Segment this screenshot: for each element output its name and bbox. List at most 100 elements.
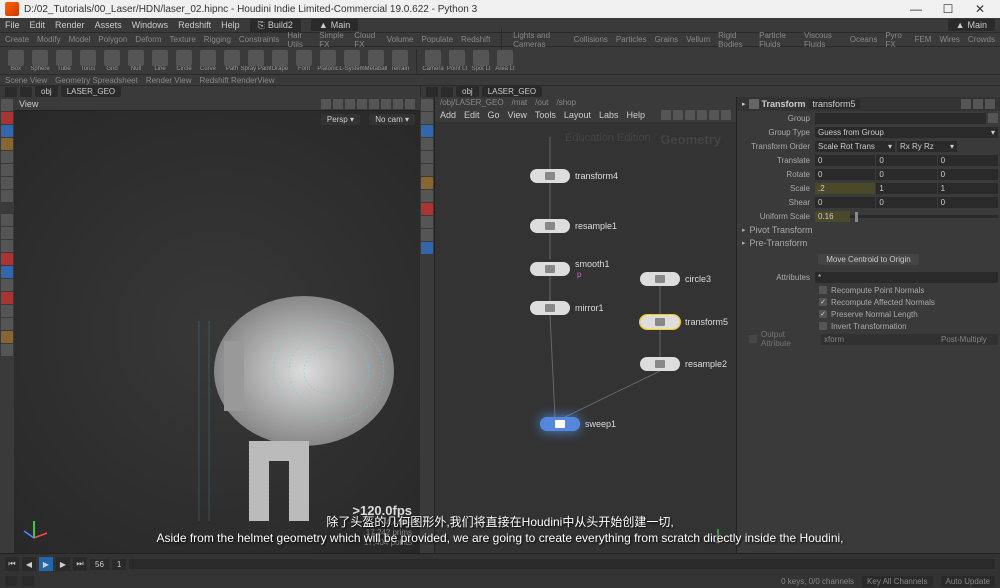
op-name[interactable]: transform5 <box>809 99 860 109</box>
disp-opt[interactable] <box>421 125 433 137</box>
chk-recompute-normals[interactable] <box>819 286 827 294</box>
tool-j[interactable] <box>1 240 13 252</box>
path-obj[interactable]: obj <box>35 86 58 97</box>
disp-opt[interactable] <box>421 229 433 241</box>
menu-redshift[interactable]: Redshift <box>178 20 211 30</box>
nav-back[interactable] <box>5 87 17 97</box>
sy-field[interactable]: 1 <box>876 183 936 194</box>
play-button[interactable]: ▶ <box>39 557 53 571</box>
tool-select[interactable] <box>1 99 13 111</box>
shelf-tab[interactable]: Polygon <box>98 35 127 44</box>
disp-opt[interactable] <box>421 151 433 163</box>
pivot-section[interactable]: ▸Pivot Transform <box>737 223 1000 236</box>
close-button[interactable]: ✕ <box>965 1 995 17</box>
tool-g[interactable] <box>1 190 13 202</box>
menu-render[interactable]: Render <box>55 20 85 30</box>
net-opt[interactable] <box>673 110 683 120</box>
ry-field[interactable]: 0 <box>876 169 936 180</box>
frame-field[interactable]: 56 <box>90 559 109 570</box>
net-opt[interactable] <box>721 110 731 120</box>
node-circle3[interactable]: circle3 <box>640 272 711 286</box>
net-menu-go[interactable]: Go <box>488 110 500 120</box>
chk-preserve-length[interactable]: ✓ <box>819 310 827 318</box>
view-opt[interactable] <box>393 99 403 109</box>
attrs-field[interactable]: * <box>815 272 998 283</box>
shelf-tab[interactable]: Viscous Fluids <box>804 31 842 49</box>
context-selector[interactable]: ▲ Main <box>311 19 358 31</box>
tool-m[interactable] <box>1 279 13 291</box>
shelf-tab[interactable]: Cloud FX <box>354 31 378 49</box>
node-sweep1[interactable]: sweep1 <box>540 417 616 431</box>
view-opt[interactable] <box>321 99 331 109</box>
shelf-tab[interactable]: Collisions <box>574 35 608 44</box>
shelf-tab[interactable]: Redshift <box>461 35 490 44</box>
disp-opt[interactable] <box>421 164 433 176</box>
shelf-tab[interactable]: Crowds <box>968 35 995 44</box>
nav-fwd[interactable] <box>441 87 453 97</box>
node-resample1[interactable]: resample1 <box>530 219 617 233</box>
menu-assets[interactable]: Assets <box>95 20 122 30</box>
tool-q[interactable] <box>1 331 13 343</box>
ty-field[interactable]: 0 <box>876 155 936 166</box>
disp-opt[interactable] <box>421 216 433 228</box>
shelf-tab[interactable]: Vellum <box>686 35 710 44</box>
path-geo[interactable]: LASER_GEO <box>61 86 121 97</box>
tool-platonic[interactable]: Platonic <box>317 50 339 72</box>
prev-frame-button[interactable]: ◀ <box>22 557 36 571</box>
gear-icon[interactable] <box>961 99 971 109</box>
path-obj[interactable]: obj <box>456 86 479 97</box>
rz-field[interactable]: 0 <box>938 169 998 180</box>
tool-drape[interactable]: Drape <box>269 50 291 72</box>
pane-tab[interactable]: Scene View <box>5 76 47 85</box>
tool-circle[interactable]: Circle <box>173 50 195 72</box>
sz-field[interactable]: 1 <box>938 183 998 194</box>
tool-grid[interactable]: Grid <box>101 50 123 72</box>
collapse-icon[interactable]: ▸ <box>742 100 746 108</box>
view-opt[interactable] <box>381 99 391 109</box>
shelf-tab[interactable]: Model <box>69 35 91 44</box>
tool-f[interactable] <box>1 177 13 189</box>
tz-field[interactable]: 0 <box>938 155 998 166</box>
pane-tab[interactable]: Redshift RenderView <box>199 76 274 85</box>
shelf-tab[interactable]: Rigging <box>204 35 231 44</box>
help-icon[interactable] <box>973 99 983 109</box>
tool-light[interactable]: Area Lt <box>494 50 516 72</box>
pin-icon[interactable] <box>985 99 995 109</box>
tool-light[interactable]: Camera <box>422 50 444 72</box>
shelf-tab[interactable]: Create <box>5 35 29 44</box>
disp-opt[interactable] <box>421 99 433 111</box>
tx-field[interactable]: 0 <box>815 155 875 166</box>
net-opt[interactable] <box>661 110 671 120</box>
status-icon[interactable] <box>5 576 17 586</box>
chk-affected-normals[interactable]: ✓ <box>819 298 827 306</box>
disp-opt[interactable] <box>421 138 433 150</box>
shelf-tab[interactable]: Volume <box>387 35 414 44</box>
net-tab[interactable]: /shop <box>557 98 577 107</box>
centroid-button[interactable]: Move Centroid to Origin <box>818 254 918 265</box>
shelf-tab[interactable]: Deform <box>135 35 161 44</box>
view-opt[interactable] <box>357 99 367 109</box>
tool-terrain[interactable]: Terrain <box>389 50 411 72</box>
net-menu-add[interactable]: Add <box>440 110 456 120</box>
node-transform5[interactable]: transform5 <box>640 315 728 329</box>
disp-opt[interactable] <box>421 112 433 124</box>
shelf-tab[interactable]: Modify <box>37 35 61 44</box>
rord-menu[interactable]: Rx Ry Rz▾ <box>897 141 957 152</box>
auto-update[interactable]: Auto Update <box>941 576 995 587</box>
tool-light[interactable]: Spot Lt <box>470 50 492 72</box>
start-field[interactable]: 1 <box>112 559 126 570</box>
disp-opt[interactable] <box>421 203 433 215</box>
menu-file[interactable]: File <box>5 20 20 30</box>
tool-i[interactable] <box>1 227 13 239</box>
net-opt[interactable] <box>697 110 707 120</box>
tool-lsystem[interactable]: L-System <box>341 50 363 72</box>
shx-field[interactable]: 0 <box>815 197 875 208</box>
path-geo[interactable]: LASER_GEO <box>482 86 542 97</box>
tool-line[interactable]: Line <box>149 50 171 72</box>
shelf-tab[interactable]: Simple FX <box>319 31 346 49</box>
pane-tab[interactable]: Geometry Spreadsheet <box>55 76 138 85</box>
tool-p[interactable] <box>1 318 13 330</box>
tool-font[interactable]: Font <box>293 50 315 72</box>
tool-torus[interactable]: Torus <box>77 50 99 72</box>
node-smooth1[interactable]: smooth1p <box>530 259 610 279</box>
